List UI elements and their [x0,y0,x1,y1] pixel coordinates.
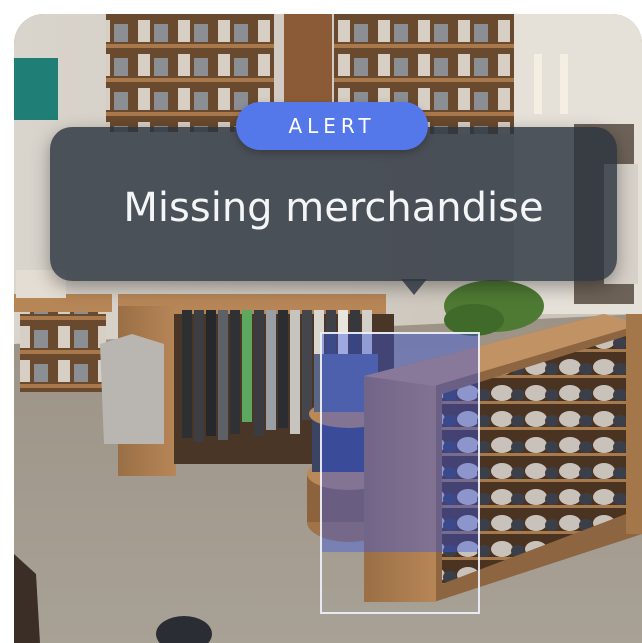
store-camera-card: Missing merchandise ALERT [14,14,642,643]
alert-message: Missing merchandise [123,185,544,231]
detection-box [320,332,480,614]
alert-badge: ALERT [236,102,428,150]
alert-pointer [401,279,427,295]
